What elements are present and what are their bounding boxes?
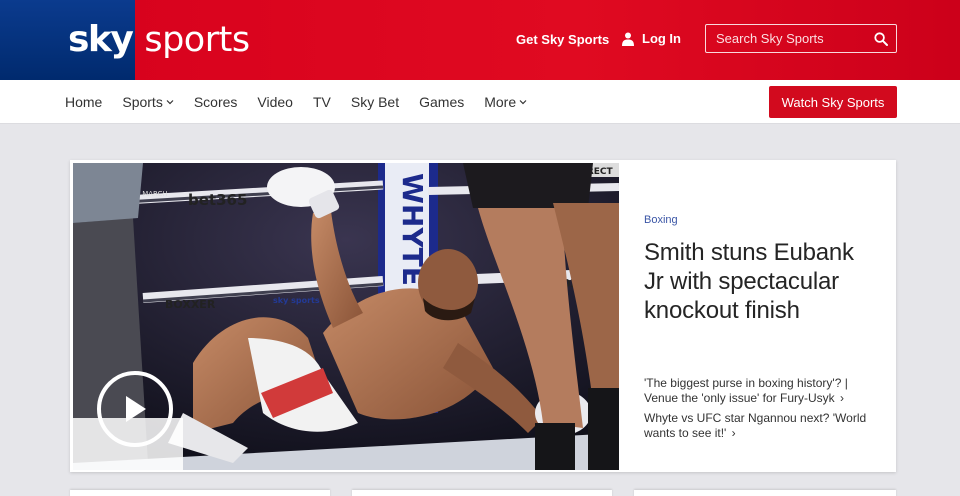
nav-item-sky-bet[interactable]: Sky Bet xyxy=(351,94,399,110)
nav-item-more[interactable]: More xyxy=(484,94,527,110)
sky-sports-logo[interactable]: sky sports xyxy=(68,18,250,62)
nav-label: More xyxy=(484,94,517,110)
nav-item-scores[interactable]: Scores xyxy=(194,94,238,110)
logo-sports-text: sports xyxy=(144,20,250,60)
hero-text: Boxing Smith stuns Eubank Jr with specta… xyxy=(644,210,874,325)
nav-label: TV xyxy=(312,94,331,110)
search-input[interactable] xyxy=(716,31,866,46)
hero-video-thumbnail[interactable]: WHYTE bet365 BOXXER sky sports BOXX IN C… xyxy=(73,163,619,470)
related-link[interactable]: Whyte vs UFC star Ngannou next? 'World w… xyxy=(644,411,879,440)
search-box xyxy=(705,24,897,53)
related-link-text: 'The biggest purse in boxing history'? |… xyxy=(644,376,848,405)
nav-label: Home xyxy=(65,94,103,110)
chevron-right-icon: › xyxy=(728,425,736,440)
nav-item-sports[interactable]: Sports xyxy=(122,94,174,110)
chevron-right-icon: › xyxy=(836,390,845,405)
svg-text:BOXXER: BOXXER xyxy=(165,298,216,311)
search-icon[interactable] xyxy=(874,31,888,46)
related-link[interactable]: 'The biggest purse in boxing history'? |… xyxy=(644,376,879,405)
user-icon xyxy=(622,32,634,46)
story-card-top[interactable] xyxy=(634,490,896,496)
watch-sky-sports-button[interactable]: Watch Sky Sports xyxy=(769,86,897,118)
related-links: 'The biggest purse in boxing history'? |… xyxy=(644,376,879,446)
nav-label: Sky Bet xyxy=(350,94,400,110)
svg-text:bet365: bet365 xyxy=(188,191,247,209)
nav-label: Sports xyxy=(122,94,163,110)
log-in-label: Log In xyxy=(642,31,681,46)
story-category-link[interactable]: Boxing xyxy=(644,214,678,226)
hero-story-card: WHYTE bet365 BOXXER sky sports BOXX IN C… xyxy=(70,160,896,472)
story-card-top[interactable] xyxy=(70,490,330,496)
nav-label: Scores xyxy=(193,94,238,110)
nav-label: Video xyxy=(257,94,293,110)
nav-item-home[interactable]: Home xyxy=(65,94,102,110)
svg-text:sky sports: sky sports xyxy=(273,296,320,305)
related-link-text: Whyte vs UFC star Ngannou next? 'World w… xyxy=(644,411,867,440)
logo-sky-text: sky xyxy=(68,19,134,60)
log-in-link[interactable]: Log In xyxy=(622,31,681,46)
story-card-top[interactable] xyxy=(352,490,612,496)
get-sky-sports-link[interactable]: Get Sky Sports xyxy=(516,32,609,47)
video-play-icon[interactable] xyxy=(97,371,173,447)
nav-item-tv[interactable]: TV xyxy=(313,94,331,110)
site-header: sky sports Get Sky Sports Log In xyxy=(0,0,960,80)
chevron-down-icon xyxy=(166,99,174,105)
nav-item-video[interactable]: Video xyxy=(257,94,293,110)
nav-list: Home Sports Scores Video TV Sky Bet Game… xyxy=(65,80,547,124)
story-headline[interactable]: Smith stuns Eubank Jr with spectacular k… xyxy=(644,238,874,325)
nav-label: Games xyxy=(419,94,465,110)
nav-item-games[interactable]: Games xyxy=(419,94,464,110)
chevron-down-icon xyxy=(519,99,527,105)
